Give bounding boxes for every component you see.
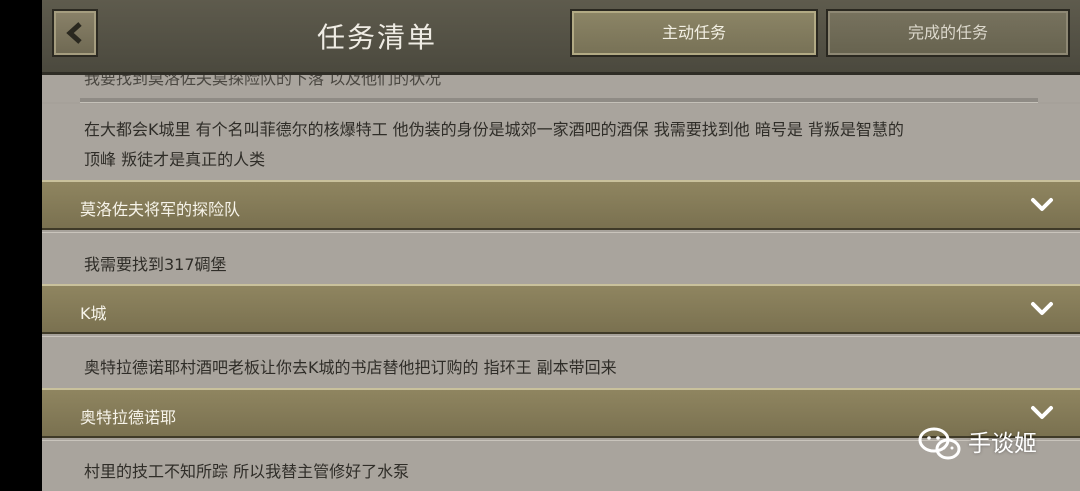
list-item-description: 在大都会K城里 有个名叫菲德尔的核爆特工 他伪装的身份是城郊一家酒吧的酒保 我需… — [42, 104, 1080, 180]
watermark-text: 手谈姬 — [968, 431, 1037, 457]
chevron-down-icon[interactable] — [1030, 301, 1054, 321]
chevron-down-icon[interactable] — [1030, 197, 1054, 217]
quest-description-k-city: 奥特拉德诺耶村酒吧老板让你去K城的书店替他把订购的 指环王 副本带回来 — [42, 336, 1080, 388]
description-line-1: 在大都会K城里 有个名叫菲德尔的核爆特工 他伪装的身份是城郊一家酒吧的酒保 我需… — [84, 120, 904, 139]
quest-description-morozov: 我需要找到317碉堡 — [42, 232, 1080, 284]
page-title: 任务清单 — [316, 21, 437, 54]
quest-title: 莫洛佐夫将军的探险队 — [80, 200, 241, 219]
chevron-down-icon[interactable] — [1030, 405, 1054, 425]
top-bar: 任务清单 主动任务 完成的任务 — [42, 0, 1080, 75]
quest-log-panel: 我要找到莫洛佐夫莫探险队的下落 以及他们的状况 在大都会K城里 有个名叫菲德尔的… — [42, 0, 1080, 491]
quest-header-morozov[interactable]: 莫洛佐夫将军的探险队 — [42, 180, 1080, 230]
chevron-left-icon — [66, 22, 82, 44]
tab-active-quests[interactable]: 主动任务 — [570, 9, 818, 57]
game-screen: 我要找到莫洛佐夫莫探险队的下落 以及他们的状况 在大都会K城里 有个名叫菲德尔的… — [0, 0, 1080, 491]
description-line-2: 顶峰 叛徒才是真正的人类 — [84, 150, 266, 169]
quest-title: K城 — [80, 304, 107, 323]
quest-description: 奥特拉德诺耶村酒吧老板让你去K城的书店替他把订购的 指环王 副本带回来 — [84, 358, 617, 377]
quest-title: 奥特拉德诺耶 — [80, 408, 177, 427]
quest-description: 我需要找到317碉堡 — [84, 255, 227, 274]
quest-header-k-city[interactable]: K城 — [42, 284, 1080, 334]
quest-description: 村里的技工不知所踪 所以我替主管修好了水泵 — [84, 462, 410, 481]
back-button[interactable] — [52, 9, 98, 57]
scroll-divider — [80, 98, 1038, 103]
wechat-icon — [918, 427, 961, 460]
tab-completed-quests[interactable]: 完成的任务 — [826, 9, 1070, 57]
left-black-bar — [0, 0, 42, 491]
